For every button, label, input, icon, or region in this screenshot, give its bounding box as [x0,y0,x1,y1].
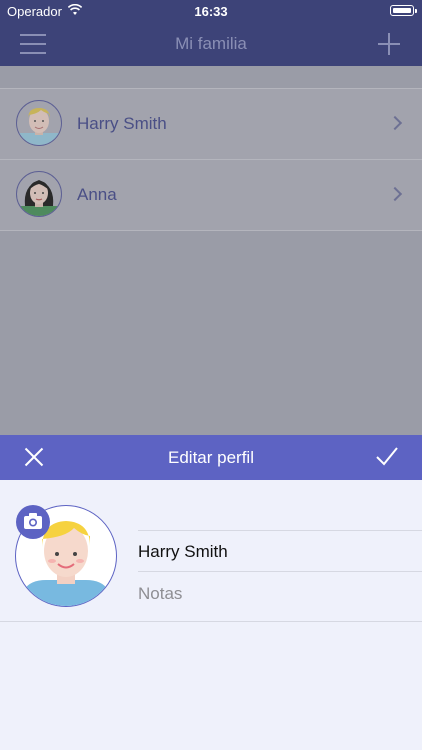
camera-icon[interactable] [16,505,50,539]
list-item-name: Anna [77,185,117,204]
list-item[interactable]: Anna [0,159,422,231]
girl-avatar-icon [16,171,62,217]
divider [138,530,422,531]
edit-profile-form: Harry Smith Notas [0,480,422,750]
notes-field[interactable]: Notas [138,584,182,604]
battery-icon [390,5,417,16]
list-item[interactable]: Harry Smith [0,88,422,160]
checkmark-icon[interactable] [376,445,398,467]
name-field[interactable]: Harry Smith [138,542,228,562]
family-list-dimmed: Harry Smith Anna [0,66,422,435]
edit-profile-header: Editar perfil [0,435,422,480]
navigation-bar: Mi familia [0,22,422,66]
chevron-right-icon [387,115,403,131]
status-bar: Operador 16:33 [0,0,422,22]
list-item-name: Harry Smith [77,114,167,133]
page-title: Mi familia [175,34,247,53]
status-time: 16:33 [194,4,228,19]
plus-icon[interactable] [378,33,400,55]
divider [138,571,422,572]
divider [0,621,422,622]
edit-profile-title: Editar perfil [168,448,254,467]
chevron-right-icon [387,186,403,202]
boy-avatar-icon [16,100,62,146]
